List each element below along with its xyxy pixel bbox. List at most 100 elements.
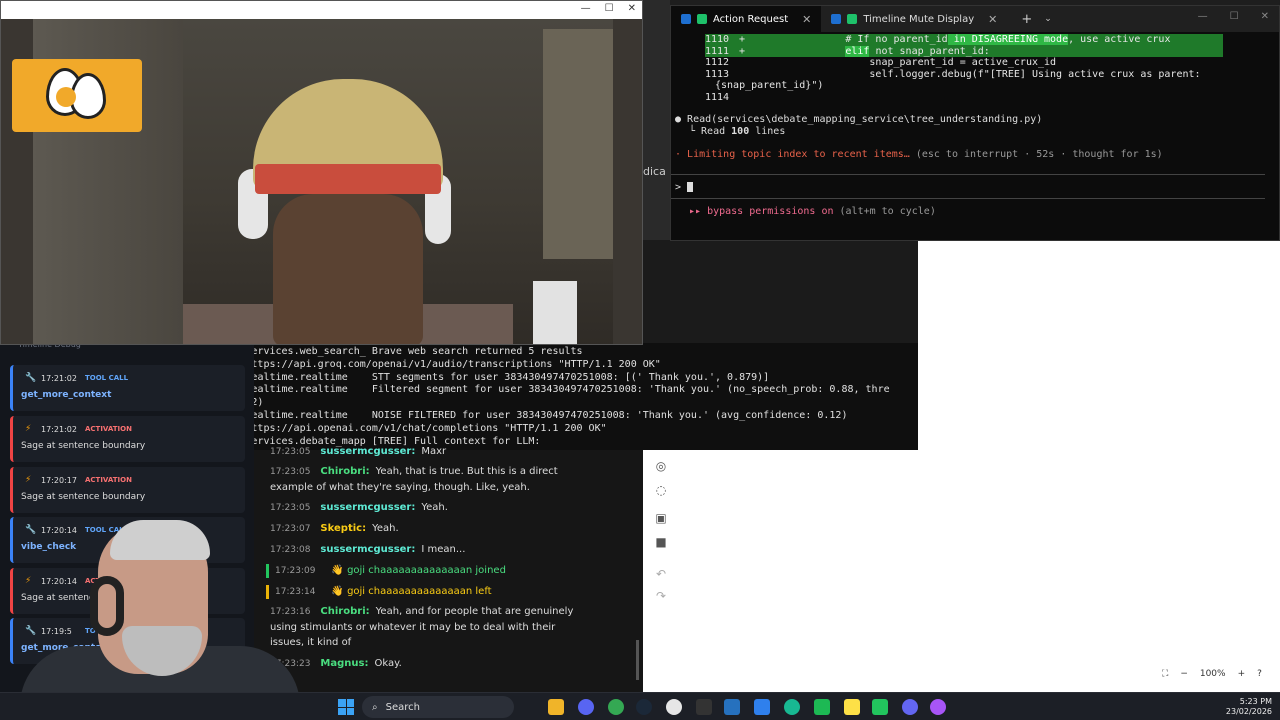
chat-message: 17:23:05 Chirobri: Yeah, that is true. But… [270, 466, 558, 493]
timeline-card[interactable]: ⚡ 17:20:17 ACTIVATION Sage at sentence boun… [10, 467, 245, 513]
minimize-icon[interactable]: — [1198, 11, 1208, 22]
timeline-card[interactable]: ⚡ 17:21:02 ACTIVATION Sage at sentence boun… [10, 416, 245, 462]
powershell-icon [681, 14, 691, 24]
chat-panel: 17:23:05 sussermcgusser: Maxr 17:23:05 Chir… [254, 446, 643, 692]
minimize-icon[interactable]: — [581, 3, 591, 14]
diff-line: 1112 snap_parent_id = active_crux_id [705, 57, 1057, 68]
webcam-window[interactable]: — ☐ ✕ [0, 0, 643, 345]
divider [671, 198, 1265, 199]
discord-icon[interactable] [578, 699, 594, 715]
card-body: get_more_context [21, 390, 112, 400]
card-type: ACTIVATION [85, 476, 132, 484]
wrench-icon: 🔧 [25, 525, 37, 535]
close-icon[interactable]: ✕ [988, 13, 997, 26]
fit-icon[interactable]: ⛶ [1162, 669, 1168, 679]
status-line: · Limiting topic index to recent items… … [675, 149, 1163, 160]
tab-action-request[interactable]: Action Request ✕ [671, 6, 822, 32]
cube-icon[interactable]: ▣ [654, 511, 668, 525]
chevron-down-icon[interactable]: ⌄ [1044, 14, 1052, 24]
diff-line: {snap_parent_id}") [715, 80, 824, 91]
clock-time: 5:23 PM [1239, 697, 1272, 706]
notes-icon[interactable] [844, 699, 860, 715]
close-window-icon[interactable]: ✕ [1261, 11, 1269, 22]
zoom-bar: ⛶ − 100% + ? [1156, 662, 1280, 686]
tab-timeline-mute-display[interactable]: Timeline Mute Display ✕ [821, 6, 1007, 32]
card-type: TOOL CALL [85, 627, 129, 635]
timeline-card[interactable]: 🔧 17:19:5 TOOL CALL get_more_context [10, 618, 245, 664]
vscode-icon[interactable] [754, 699, 770, 715]
diff-line: 1111 + elif not snap_parent_id: [705, 45, 1223, 57]
zoom-in-icon[interactable]: + [1238, 669, 1246, 679]
app-icon[interactable] [930, 699, 946, 715]
search-icon: ⌕ [372, 701, 378, 713]
terminal-window[interactable]: Action Request ✕ Timeline Mute Display ✕… [670, 5, 1280, 241]
card-body: Sage at sentence boundary [21, 441, 146, 451]
card-body: Sage at sentence boundary [21, 593, 146, 603]
app-icon[interactable] [872, 699, 888, 715]
window-controls: — ☐ ✕ [581, 3, 636, 14]
wave-icon: 👋 [331, 586, 348, 597]
timeline-card[interactable]: 🔧 17:20:14 TOOL CALL vibe_check [10, 517, 245, 563]
app-icon[interactable] [666, 699, 682, 715]
card-body: Sage at sentence boundary [21, 492, 146, 502]
maximize-icon[interactable]: ☐ [605, 3, 614, 14]
card-body: vibe_check [21, 542, 77, 552]
terminal-icon[interactable] [696, 699, 712, 715]
zoom-level: 100% [1199, 669, 1226, 679]
window-controls: — ☐ ✕ [1198, 11, 1269, 22]
zoom-out-icon[interactable]: − [1180, 669, 1188, 679]
search-label: Search [385, 701, 420, 713]
diff-line: 1113 self.logger.debug(f"[TREE] Using ac… [705, 68, 1201, 80]
close-window-icon[interactable]: ✕ [628, 3, 636, 14]
egg-logo [12, 59, 142, 132]
divider [671, 174, 1265, 175]
app-icon [697, 14, 707, 24]
background-window-strip [643, 0, 670, 240]
chat-message: 17:23:23 Magnus: Okay. [270, 658, 402, 669]
diff-line: 1114 [705, 91, 730, 103]
hat-band [255, 164, 441, 194]
leave-event: 17:23:14 👋 goji chaaaaaaaaaaaaaan left [266, 585, 492, 599]
clock-date: 23/02/2026 [1225, 707, 1272, 716]
redo-icon[interactable]: ↷ [654, 589, 668, 603]
chrome-icon[interactable] [608, 699, 624, 715]
tab-label: Timeline Mute Display [863, 13, 975, 25]
comment-icon[interactable]: ◌ [654, 483, 668, 497]
steam-icon[interactable] [636, 699, 652, 715]
chat-message: 17:23:05 sussermcgusser: Yeah. [270, 502, 448, 513]
prompt-input[interactable]: > [675, 182, 694, 193]
app-icon[interactable] [814, 699, 830, 715]
windows-start-icon[interactable] [338, 699, 354, 715]
powershell-icon[interactable] [724, 699, 740, 715]
app-icon[interactable] [902, 699, 918, 715]
card-type: ACTIVATION [85, 425, 132, 433]
maximize-icon[interactable]: ☐ [1230, 11, 1239, 22]
palette-icon[interactable]: ◎ [654, 459, 668, 473]
system-clock[interactable]: 5:23 PM 23/02/2026 [1226, 697, 1272, 717]
chat-message: 17:23:08 sussermcgusser: I mean... [270, 544, 466, 555]
card-time: 17:20:14 [41, 577, 77, 586]
add-icon[interactable]: ■ [654, 535, 668, 549]
wave-icon: 👋 [331, 565, 348, 576]
close-icon[interactable]: ✕ [802, 13, 811, 26]
file-explorer-icon[interactable] [548, 699, 564, 715]
new-tab-icon[interactable]: + [1021, 12, 1032, 27]
white-box [533, 281, 577, 344]
tab-label: Action Request [713, 13, 789, 25]
powershell-icon [831, 14, 842, 24]
undo-icon[interactable]: ↶ [654, 567, 668, 581]
timeline-card[interactable]: 🔧 17:21:02 TOOL CALL get_more_context [10, 365, 245, 411]
card-time: 17:20:14 [41, 526, 77, 535]
timeline-card[interactable]: ⚡ 17:20:14 ACTIVATION Sage at sentence boun… [10, 568, 245, 614]
app-icon[interactable] [784, 699, 800, 715]
read-command: ● Read(services\debate_mapping_service\t… [675, 114, 1043, 125]
lightning-icon: ⚡ [25, 424, 32, 434]
taskbar-search[interactable]: ⌕ Search [362, 696, 514, 718]
card-time: 17:20:17 [41, 476, 77, 485]
help-icon[interactable]: ? [1257, 669, 1262, 679]
door [543, 29, 613, 259]
lightning-icon: ⚡ [25, 475, 32, 485]
join-event: 17:23:09 👋 goji chaaaaaaaaaaaaaan joined [266, 564, 506, 578]
webcam-titlebar: — ☐ ✕ [1, 1, 642, 19]
chat-scrollbar[interactable] [636, 640, 639, 680]
